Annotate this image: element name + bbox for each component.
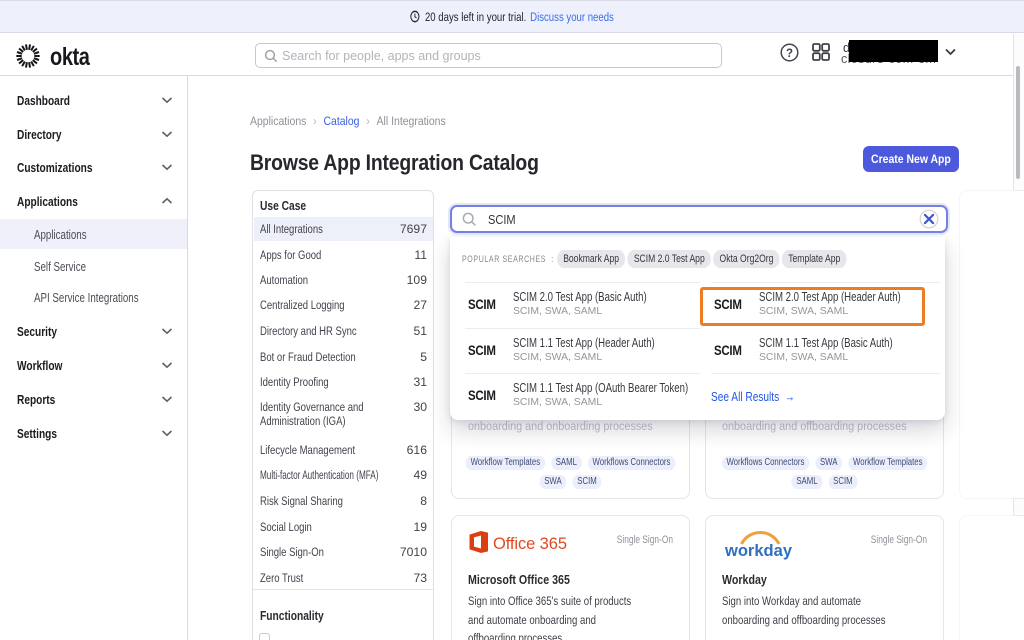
svg-text:?: ? (786, 48, 793, 60)
svg-text:Office 365: Office 365 (493, 535, 567, 553)
svg-text:workday: workday (724, 542, 793, 560)
